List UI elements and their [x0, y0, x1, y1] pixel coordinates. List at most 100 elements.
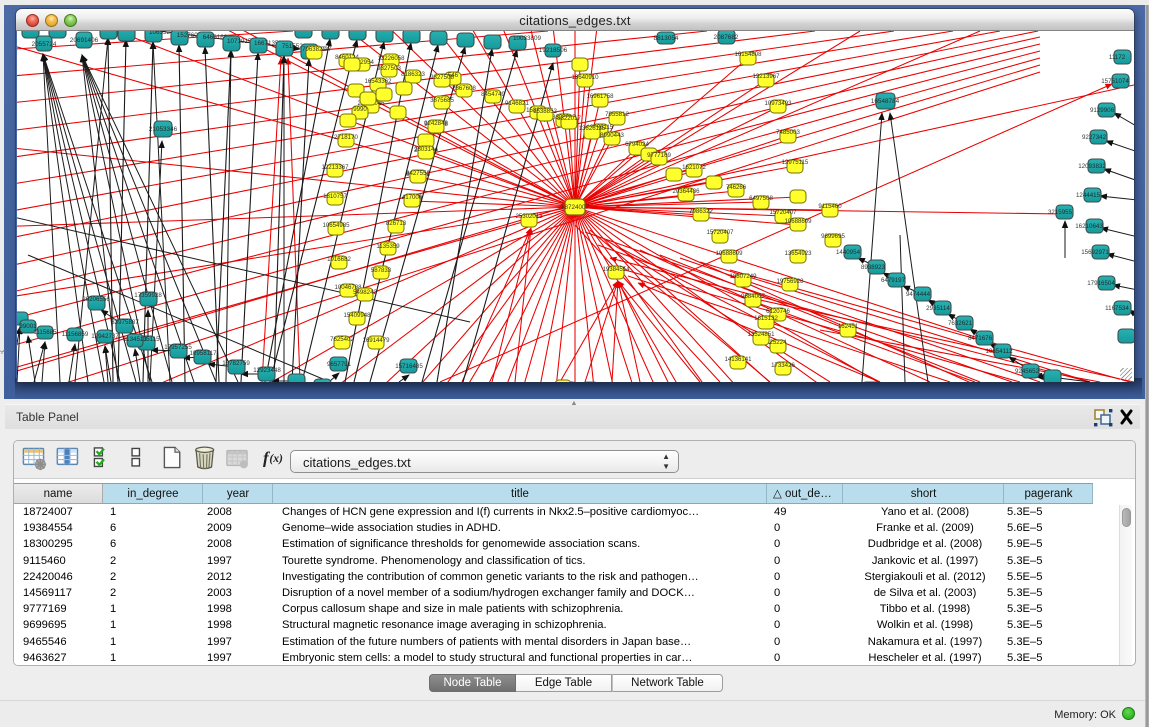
svg-text:9242848: 9242848 — [424, 120, 448, 127]
svg-text:20691406: 20691406 — [70, 37, 99, 44]
svg-text:16961758: 16961758 — [586, 93, 614, 100]
svg-text:12093832: 12093832 — [1078, 163, 1106, 170]
svg-text:10654112: 10654112 — [985, 348, 1013, 355]
svg-text:17359928: 17359928 — [134, 292, 162, 299]
svg-text:12213367: 12213367 — [321, 164, 349, 171]
svg-text:1621072: 1621072 — [682, 164, 706, 171]
svg-text:15716485: 15716485 — [395, 363, 423, 370]
svg-text:1115685: 1115685 — [33, 329, 57, 336]
svg-text:12942737: 12942737 — [91, 333, 119, 340]
svg-text:9684007: 9684007 — [741, 293, 765, 300]
svg-text:9699695: 9699695 — [821, 233, 845, 240]
svg-text:9115460: 9115460 — [818, 203, 842, 210]
svg-text:587833: 587833 — [371, 267, 392, 274]
svg-text:5498242: 5498242 — [353, 289, 377, 296]
svg-text:13524851: 13524851 — [747, 331, 775, 338]
svg-text:10973493: 10973493 — [764, 100, 792, 107]
svg-text:9777169: 9777169 — [647, 152, 671, 159]
svg-text:15751074: 15751074 — [1101, 78, 1129, 85]
svg-text:1810757: 1810757 — [323, 193, 347, 200]
svg-text:6497508: 6497508 — [749, 195, 773, 202]
svg-text:1440954: 1440954 — [836, 249, 861, 256]
svg-text:8427552: 8427552 — [406, 170, 430, 177]
svg-text:7632621: 7632621 — [948, 320, 973, 327]
svg-text:8990443: 8990443 — [600, 132, 624, 139]
svg-text:17957255: 17957255 — [164, 344, 192, 351]
svg-text:8322017: 8322017 — [557, 115, 581, 122]
svg-text:2087682: 2087682 — [714, 34, 739, 41]
svg-text:2718170: 2718170 — [334, 134, 358, 141]
svg-text:746266: 746266 — [726, 184, 747, 191]
svg-text:8454749: 8454749 — [481, 91, 505, 98]
svg-text:15720407: 15720407 — [706, 229, 734, 236]
svg-text:13654923: 13654923 — [784, 250, 812, 257]
svg-text:16210643: 16210643 — [1075, 223, 1103, 230]
svg-text:10688609: 10688609 — [784, 218, 812, 225]
svg-text:19756928: 19756928 — [776, 278, 804, 285]
svg-text:15692971: 15692971 — [1081, 249, 1109, 256]
svg-text:10958117: 10958117 — [189, 350, 217, 357]
svg-text:7955812: 7955812 — [605, 111, 629, 118]
svg-text:25302013: 25302013 — [515, 213, 543, 220]
svg-text:826713: 826713 — [386, 220, 407, 227]
svg-text:12923448: 12923448 — [253, 367, 281, 374]
svg-text:3215955: 3215955 — [1048, 209, 1073, 216]
svg-text:11156859: 11156859 — [62, 331, 89, 338]
svg-text:14136141: 14136141 — [724, 356, 752, 363]
svg-text:1916682: 1916682 — [327, 256, 351, 263]
svg-text:15409948: 15409948 — [343, 312, 371, 319]
svg-text:13226058: 13226058 — [377, 55, 405, 62]
svg-text:18724007: 18724007 — [561, 204, 590, 211]
svg-text:9245652: 9245652 — [1015, 368, 1040, 375]
svg-text:6479197: 6479197 — [881, 277, 906, 284]
svg-text:26206556: 26206556 — [82, 296, 110, 303]
svg-text:19218506: 19218506 — [539, 47, 568, 54]
svg-text:18807249: 18807249 — [729, 273, 757, 280]
svg-text:1167534: 1167534 — [1105, 305, 1129, 312]
svg-text:12213967: 12213967 — [752, 73, 780, 80]
svg-text:8813054: 8813054 — [654, 35, 679, 42]
svg-text:9657791: 9657791 — [327, 361, 352, 368]
svg-text:10688609: 10688609 — [715, 250, 743, 257]
svg-text:16782759: 16782759 — [222, 360, 250, 367]
svg-text:17916504: 17916504 — [1087, 280, 1115, 287]
svg-text:2803144: 2803144 — [414, 146, 438, 153]
svg-text:16548784: 16548784 — [871, 98, 900, 105]
svg-text:13626115: 13626115 — [579, 125, 606, 132]
svg-text:9474444: 9474444 — [906, 291, 931, 298]
svg-text:8186323: 8186323 — [401, 71, 425, 78]
svg-text:19384554: 19384554 — [602, 266, 630, 273]
svg-text:1615132: 1615132 — [754, 315, 778, 322]
svg-text:3875685: 3875685 — [430, 97, 454, 104]
svg-text:11172: 11172 — [1109, 54, 1126, 61]
svg-text:9227342: 9227342 — [1082, 134, 1107, 141]
svg-text:1135359: 1135359 — [376, 243, 400, 250]
svg-text:7625402: 7625402 — [330, 336, 354, 343]
svg-text:(x): (x) — [269, 452, 283, 465]
svg-text:2867608: 2867608 — [452, 85, 476, 92]
svg-text:9327503: 9327503 — [377, 65, 401, 72]
svg-text:2055724: 2055724 — [32, 41, 57, 48]
svg-text:2935114: 2935114 — [926, 305, 950, 312]
svg-text:18640910: 18640910 — [571, 74, 599, 81]
svg-text:6794024: 6794024 — [625, 141, 649, 148]
svg-text:7963822: 7963822 — [302, 46, 326, 53]
svg-text:1134513: 1134513 — [123, 336, 147, 343]
svg-text:16154808: 16154808 — [734, 51, 762, 58]
svg-text:9990: 9990 — [353, 106, 367, 113]
svg-text:1244415: 1244415 — [1076, 192, 1101, 199]
svg-text:417006: 417006 — [402, 194, 423, 201]
svg-text:9129906: 9129906 — [1090, 107, 1115, 114]
svg-text:25224: 25224 — [770, 339, 788, 346]
svg-text:33975887: 33975887 — [111, 319, 139, 326]
svg-text:10033809: 10033809 — [513, 35, 542, 42]
svg-text:9146821: 9146821 — [505, 100, 529, 107]
svg-text:8471676: 8471676 — [968, 335, 993, 342]
svg-text:16914479: 16914479 — [362, 337, 390, 344]
svg-text:20364436: 20364436 — [672, 188, 700, 195]
svg-text:162451: 162451 — [838, 323, 859, 330]
svg-text:7986322: 7986322 — [689, 208, 713, 215]
svg-text:1538852: 1538852 — [533, 108, 557, 115]
svg-text:16543362: 16543362 — [364, 78, 392, 85]
svg-text:6120746: 6120746 — [766, 308, 790, 315]
